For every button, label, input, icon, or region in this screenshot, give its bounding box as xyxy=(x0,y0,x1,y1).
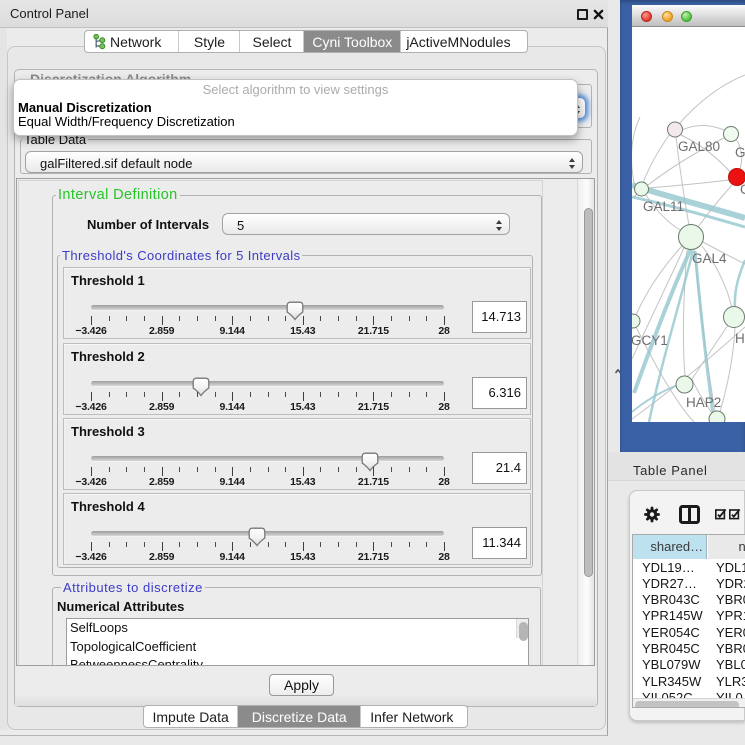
svg-text:GAL3: GAL3 xyxy=(735,145,745,160)
svg-text:GCY1: GCY1 xyxy=(632,333,668,348)
svg-text:GAL4: GAL4 xyxy=(692,251,727,266)
svg-text:GAL11: GAL11 xyxy=(643,199,684,214)
svg-text:CY: CY xyxy=(740,182,745,197)
svg-text:H: H xyxy=(735,331,745,346)
svg-text:HAP2: HAP2 xyxy=(686,395,721,410)
svg-text:GAL80: GAL80 xyxy=(678,139,720,154)
